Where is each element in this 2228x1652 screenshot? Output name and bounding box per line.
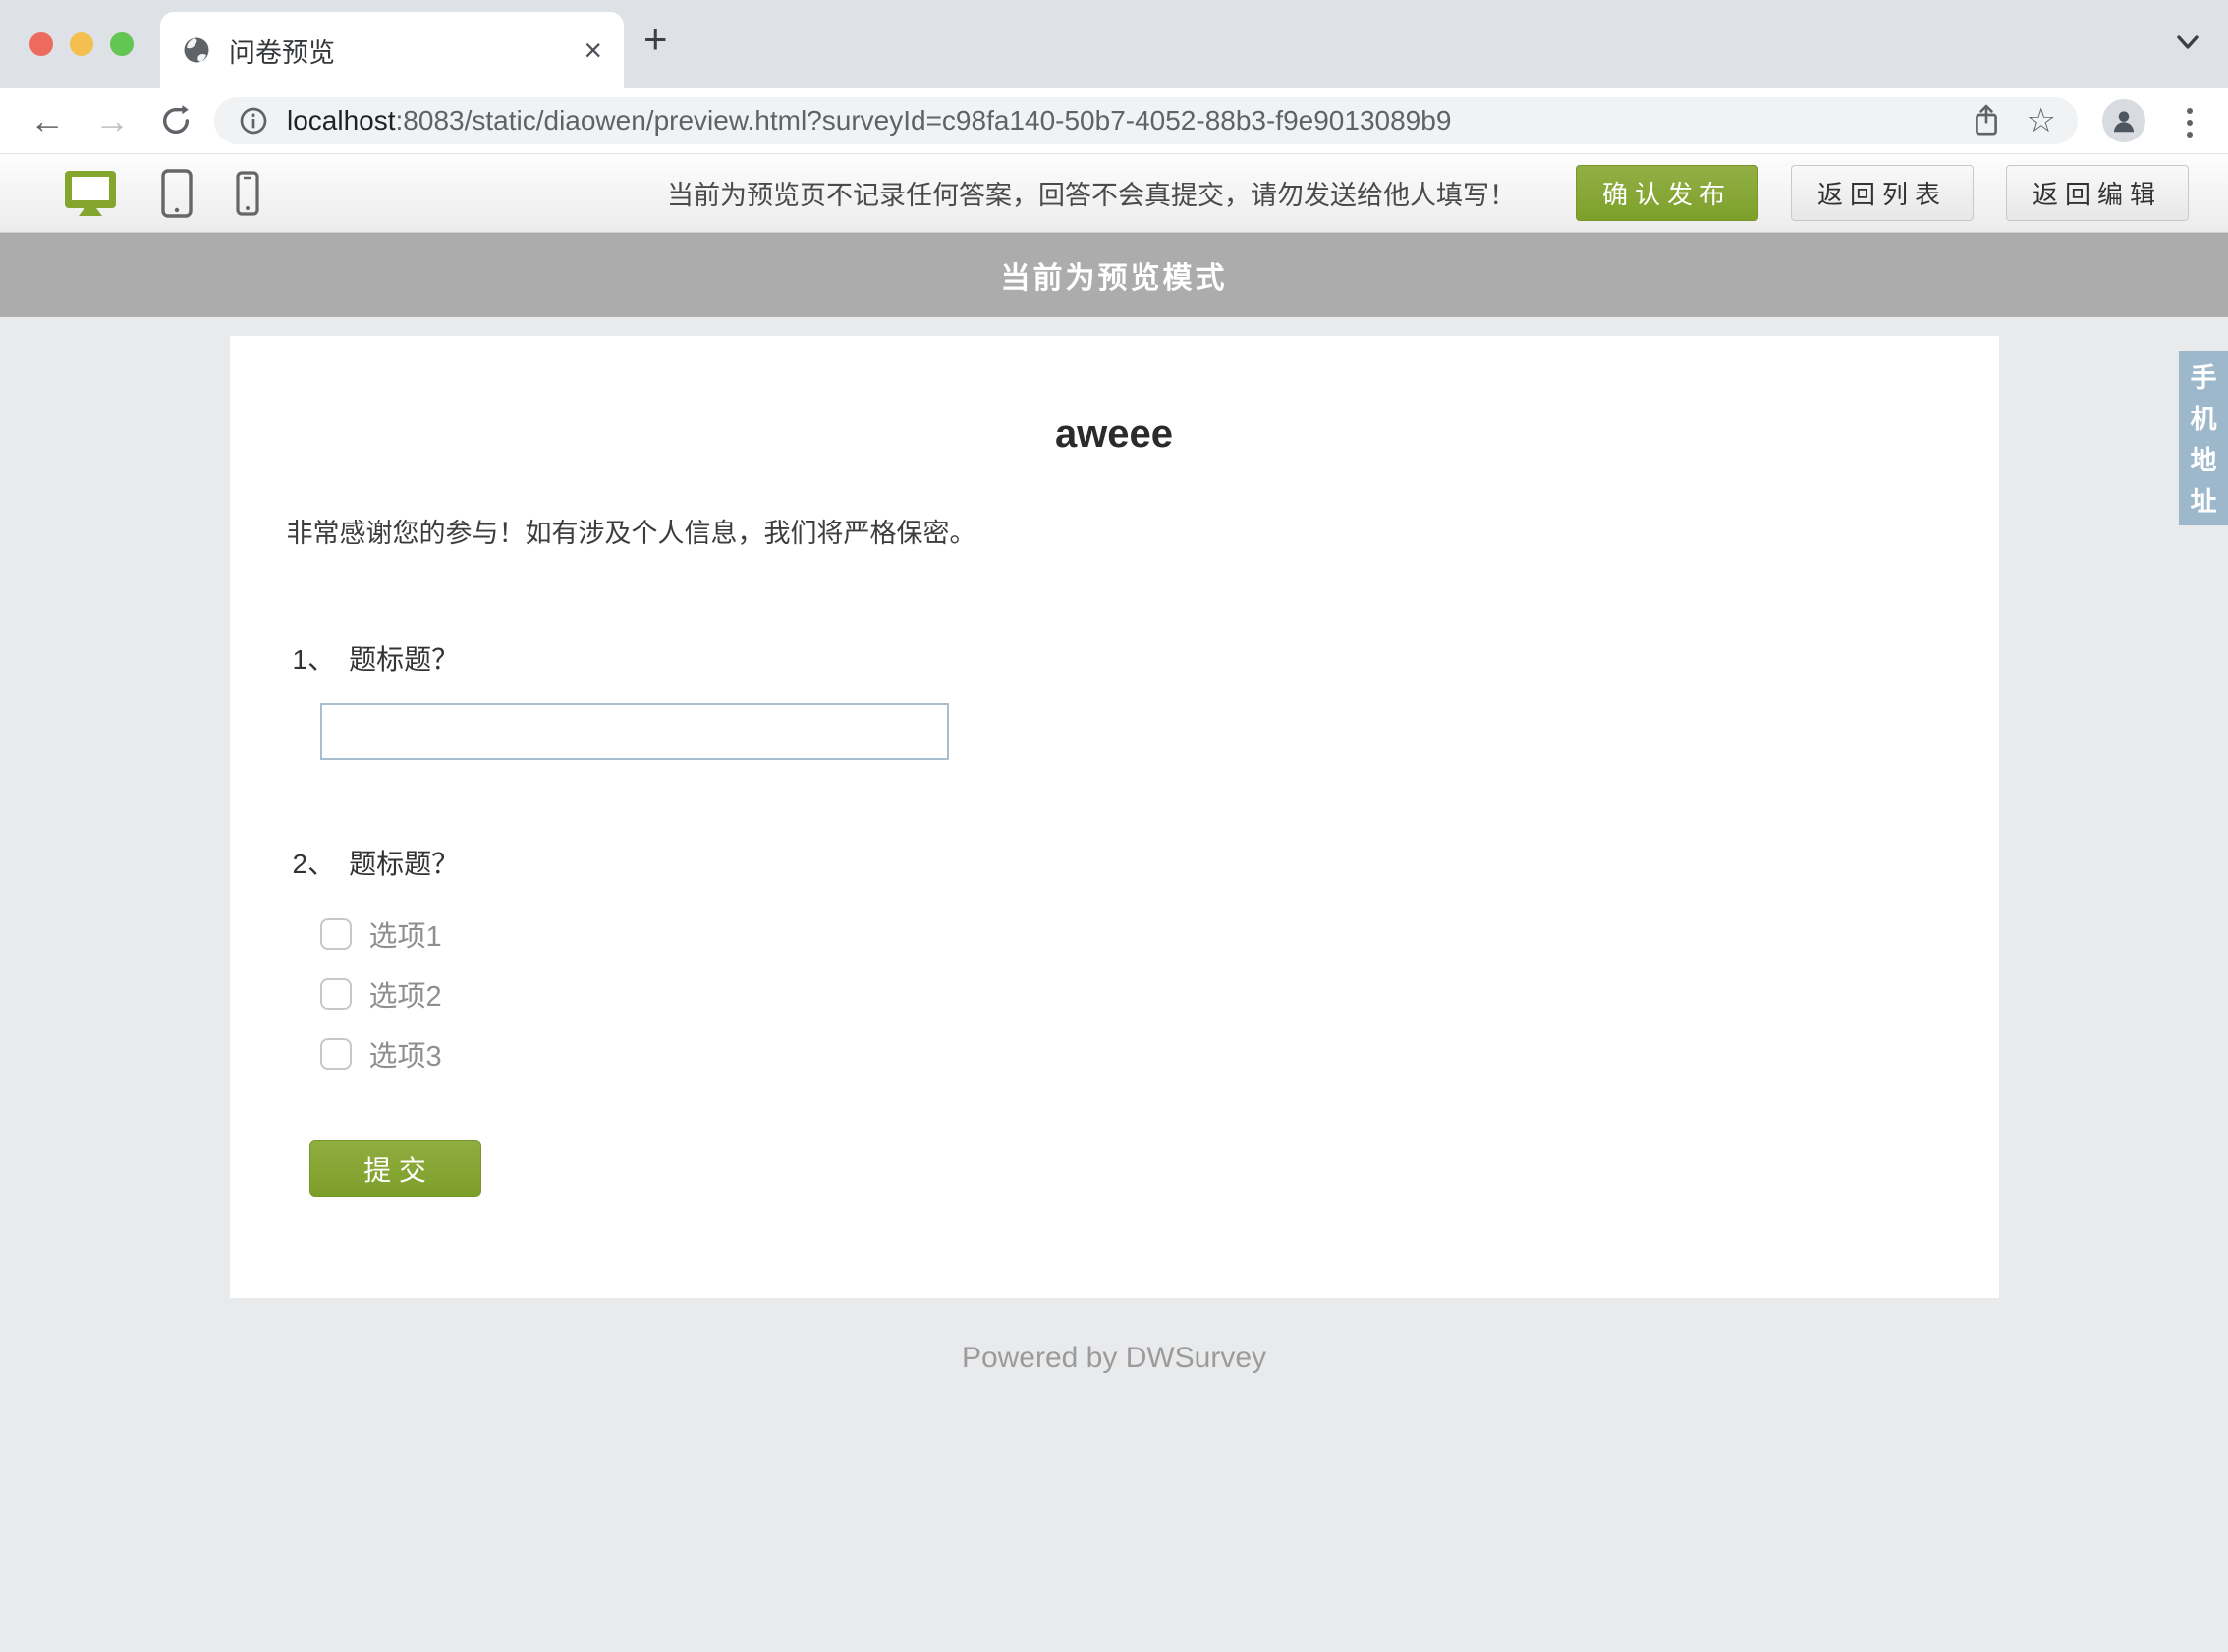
back-icon[interactable]: ← [29,103,65,138]
desktop-view-icon[interactable] [63,169,118,218]
survey-intro: 非常感谢您的参与！如有涉及个人信息，我们将严格保密。 [287,512,1999,550]
tab-search-chevron-down-icon[interactable] [2173,31,2202,53]
url-text: localhost:8083/static/diaowen/preview.ht… [287,105,1451,137]
globe-favicon-icon [182,35,211,65]
browser-navbar: ← → localhost:8083/static/diaowen/previe… [0,88,2228,153]
back-to-edit-button[interactable]: 返回编辑 [2006,165,2189,221]
preview-toolbar: 当前为预览页不记录任何答案，回答不会真提交，请勿发送给他人填写！ 确认发布 返回… [0,153,2228,233]
url-path: :8083/static/diaowen/preview.html?survey… [396,105,1452,136]
share-icon[interactable] [1972,103,2001,138]
option-3-label: 选项3 [369,1033,442,1074]
mobile-view-icon[interactable] [236,171,259,216]
window-close-button[interactable] [29,32,53,56]
option-row[interactable]: 选项1 [320,912,1999,956]
powered-by-footer: Powered by DWSurvey [0,1342,2228,1375]
question-1-title: 1、题标题？ [293,638,1999,678]
checkbox-option-2[interactable] [320,978,352,1010]
new-tab-button[interactable]: + [643,16,668,63]
profile-avatar[interactable] [2102,99,2145,142]
survey-card: aweee 非常感谢您的参与！如有涉及个人信息，我们将严格保密。 1、题标题？ … [230,336,1999,1298]
tablet-view-icon[interactable] [161,169,193,218]
option-1-label: 选项1 [369,913,442,955]
confirm-publish-button[interactable]: 确认发布 [1576,165,1758,221]
survey-page: aweee 非常感谢您的参与！如有涉及个人信息，我们将严格保密。 1、题标题？ … [0,336,2228,1652]
url-host: localhost [287,105,396,136]
bookmark-star-icon[interactable]: ☆ [2027,104,2056,138]
question-2-number: 2、 [293,849,336,879]
mobile-address-tab[interactable]: 手机地址 [2179,351,2228,525]
question-1-number: 1、 [293,644,336,675]
submit-button[interactable]: 提 交 [309,1140,481,1197]
site-info-icon[interactable] [238,105,269,137]
question-2-text: 题标题？ [349,849,459,879]
checkbox-option-3[interactable] [320,1038,352,1070]
preview-warning-text: 当前为预览页不记录任何答案，回答不会真提交，请勿发送给他人填写！ [667,174,1516,212]
browser-tab-strip: 问卷预览 × + [0,0,2228,88]
reload-icon[interactable] [159,104,193,138]
option-2-label: 选项2 [369,973,442,1015]
back-to-list-button[interactable]: 返回列表 [1791,165,1974,221]
checkbox-option-1[interactable] [320,918,352,950]
preview-mode-text: 当前为预览模式 [1001,253,1228,297]
browser-tab[interactable]: 问卷预览 × [160,12,624,88]
window-minimize-button[interactable] [70,32,93,56]
question-2-title: 2、题标题？ [293,843,1999,882]
browser-menu-icon[interactable] [2187,108,2193,138]
address-bar[interactable]: localhost:8083/static/diaowen/preview.ht… [214,97,2078,144]
option-row[interactable]: 选项3 [320,1032,1999,1075]
question-1-text: 题标题？ [349,644,459,675]
device-switcher [63,169,259,218]
option-row[interactable]: 选项2 [320,972,1999,1016]
question-1-text-input[interactable] [320,703,949,760]
tab-close-icon[interactable]: × [584,34,602,66]
survey-title: aweee [230,336,1999,457]
window-zoom-button[interactable] [110,32,134,56]
forward-icon: → [94,103,130,138]
preview-mode-banner: 当前为预览模式 [0,233,2228,317]
tab-title: 问卷预览 [229,31,335,70]
window-controls [29,32,134,56]
question-2-options: 选项1 选项2 选项3 [320,912,1999,1075]
